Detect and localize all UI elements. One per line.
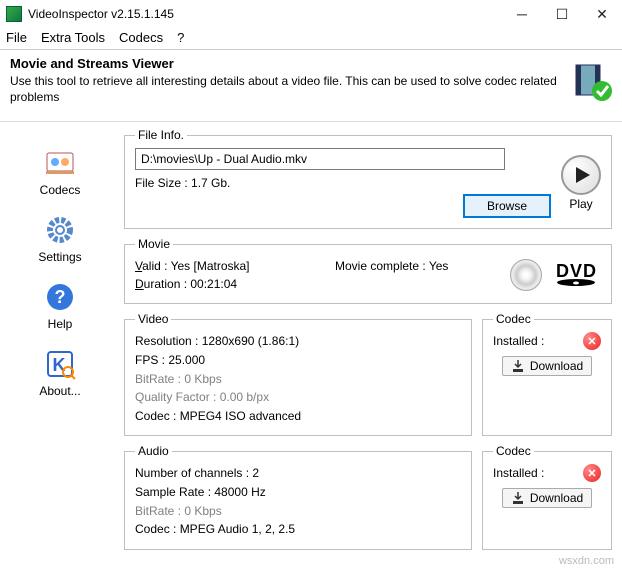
watermark-text: wsxdn.com	[559, 555, 614, 567]
video-codec-legend: Codec	[493, 312, 534, 326]
audio-codec: Codec : MPEG Audio 1, 2, 2.5	[135, 520, 461, 539]
video-fps: FPS : 25.000	[135, 351, 461, 370]
audio-codec-installed-label: Installed :	[493, 466, 544, 480]
file-size-label: File Size : 1.7 Gb.	[135, 176, 551, 190]
video-codec: Codec : MPEG4 ISO advanced	[135, 407, 461, 426]
video-bitrate: BitRate : 0 Kbps	[135, 370, 461, 389]
video-legend: Video	[135, 312, 171, 326]
play-button[interactable]	[561, 155, 601, 195]
sidebar: Codecs Settings ? Help K About...	[0, 132, 120, 412]
dvd-icon: DVD	[556, 265, 597, 287]
film-check-icon	[572, 61, 612, 101]
sidebar-label-settings: Settings	[38, 250, 81, 264]
movie-valid: alid : Yes [Matroska]	[142, 259, 249, 273]
help-icon: ?	[43, 280, 77, 314]
sidebar-label-help: Help	[48, 317, 73, 331]
close-button[interactable]: ✕	[582, 0, 622, 28]
file-path-input[interactable]	[135, 148, 505, 170]
codecs-icon	[43, 146, 77, 180]
movie-complete: Movie complete : Yes	[335, 257, 448, 275]
error-icon: ✕	[583, 332, 601, 350]
movie-legend: Movie	[135, 237, 173, 251]
download-icon	[511, 491, 525, 505]
video-codec-panel: Codec Installed : ✕ Download	[482, 312, 612, 436]
app-icon	[6, 6, 22, 22]
file-info-legend: File Info.	[135, 128, 187, 142]
file-info-panel: File Info. File Size : 1.7 Gb. Browse Pl…	[124, 128, 612, 229]
maximize-button[interactable]: ☐	[542, 0, 582, 28]
audio-sample: Sample Rate : 48000 Hz	[135, 483, 461, 502]
menu-file[interactable]: File	[6, 30, 27, 45]
movie-duration: uration : 00:21:04	[144, 277, 237, 291]
menubar: File Extra Tools Codecs ?	[0, 28, 622, 49]
play-icon	[576, 167, 590, 183]
main-content: File Info. File Size : 1.7 Gb. Browse Pl…	[120, 124, 622, 559]
audio-legend: Audio	[135, 444, 172, 458]
browse-button[interactable]: Browse	[463, 194, 551, 218]
about-icon: K	[43, 347, 77, 381]
minimize-button[interactable]: ─	[502, 0, 542, 28]
download-icon	[511, 359, 525, 373]
sidebar-item-help[interactable]: ? Help	[20, 276, 100, 335]
page-description: Use this tool to retrieve all interestin…	[10, 73, 562, 105]
sidebar-item-codecs[interactable]: Codecs	[20, 142, 100, 201]
page-title: Movie and Streams Viewer	[10, 56, 562, 71]
sidebar-item-settings[interactable]: Settings	[20, 209, 100, 268]
menu-codecs[interactable]: Codecs	[119, 30, 163, 45]
settings-icon	[43, 213, 77, 247]
window-titlebar: VideoInspector v2.15.1.145 ─ ☐ ✕	[0, 0, 622, 28]
video-codec-installed-label: Installed :	[493, 334, 544, 348]
video-resolution: esolution : 1280x690 (1.86:1)	[144, 334, 299, 348]
page-header: Movie and Streams Viewer Use this tool t…	[0, 50, 622, 115]
sidebar-label-codecs: Codecs	[40, 183, 81, 197]
audio-codec-legend: Codec	[493, 444, 534, 458]
svg-text:?: ?	[55, 287, 66, 307]
menu-extra-tools[interactable]: Extra Tools	[41, 30, 105, 45]
video-qf: Quality Factor : 0.00 b/px	[135, 388, 461, 407]
error-icon: ✕	[583, 464, 601, 482]
download-label: Download	[530, 491, 583, 505]
audio-channels: Number of channels : 2	[135, 464, 461, 483]
video-panel: Video Resolution : 1280x690 (1.86:1) FPS…	[124, 312, 472, 436]
play-label: Play	[569, 197, 592, 211]
audio-panel: Audio Number of channels : 2 Sample Rate…	[124, 444, 472, 549]
download-label: Download	[530, 359, 583, 373]
audio-bitrate: BitRate : 0 Kbps	[135, 502, 461, 521]
audio-codec-download-button[interactable]: Download	[502, 488, 592, 508]
sidebar-label-about: About...	[39, 384, 80, 398]
sidebar-item-about[interactable]: K About...	[20, 343, 100, 402]
menu-help[interactable]: ?	[177, 30, 184, 45]
video-codec-download-button[interactable]: Download	[502, 356, 592, 376]
movie-panel: Movie Valid : Yes [Matroska] Movie compl…	[124, 237, 612, 304]
audio-codec-panel: Codec Installed : ✕ Download	[482, 444, 612, 549]
disc-icon	[510, 259, 542, 291]
window-title: VideoInspector v2.15.1.145	[28, 7, 502, 21]
